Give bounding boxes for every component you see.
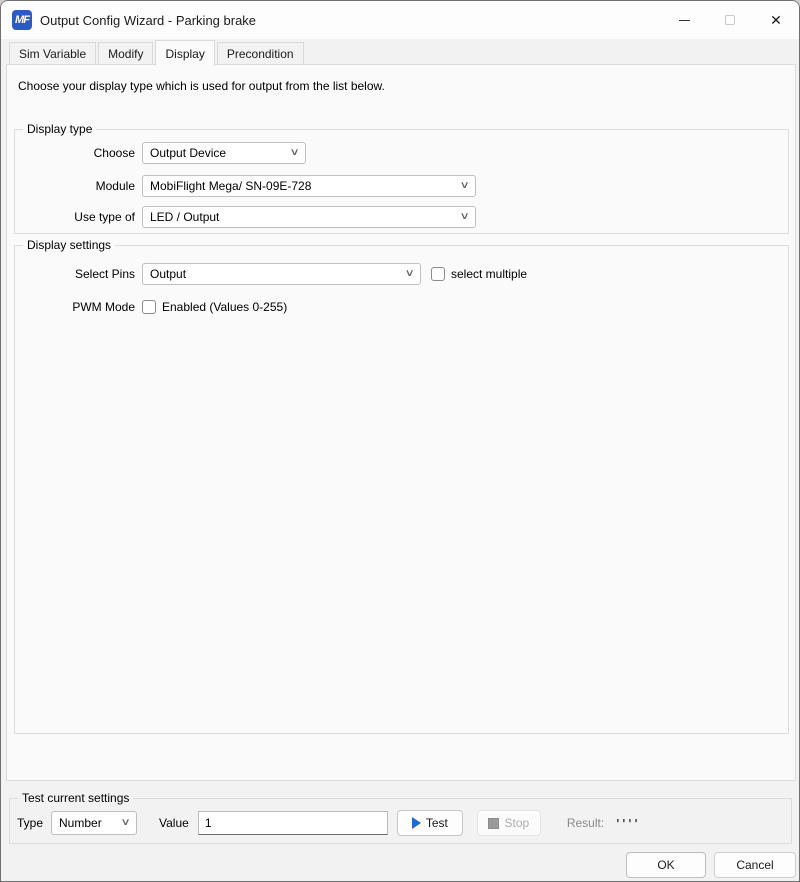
select-pins-row: Select Pins Output ∨ select multiple	[15, 263, 527, 285]
module-dropdown[interactable]: MobiFlight Mega/ SN-09E-728 ∨	[142, 175, 476, 197]
mobiflight-logo-icon: MF	[12, 10, 32, 30]
select-multiple-label: select multiple	[451, 267, 527, 281]
maximize-button[interactable]	[707, 1, 753, 39]
test-group-title: Test current settings	[18, 791, 133, 805]
select-multiple-checkbox[interactable]	[431, 267, 445, 281]
stop-button-label: Stop	[504, 816, 529, 830]
display-type-group-title: Display type	[23, 122, 96, 136]
display-type-group: Display type Choose Output Device ∨ Modu…	[14, 129, 789, 234]
result-value: ''''	[616, 816, 640, 831]
tab-precondition[interactable]: Precondition	[217, 42, 304, 64]
module-dropdown-value: MobiFlight Mega/ SN-09E-728	[150, 179, 311, 193]
value-input[interactable]	[198, 811, 388, 835]
tab-sim-variable[interactable]: Sim Variable	[9, 42, 96, 64]
use-type-dropdown-value: LED / Output	[150, 210, 219, 224]
pwm-enabled-checkbox[interactable]	[142, 300, 156, 314]
play-icon	[412, 817, 421, 829]
test-button[interactable]: Test	[397, 810, 463, 836]
close-button[interactable]: ✕	[753, 1, 799, 39]
close-icon: ✕	[770, 12, 782, 29]
select-pins-dropdown-value: Output	[150, 267, 186, 281]
test-button-label: Test	[426, 816, 448, 830]
chevron-down-icon: ∨	[289, 148, 299, 158]
cancel-button[interactable]: Cancel	[714, 852, 796, 878]
chevron-down-icon: ∨	[459, 181, 469, 191]
use-type-dropdown[interactable]: LED / Output ∨	[142, 206, 476, 228]
pwm-enabled-label: Enabled (Values 0-255)	[162, 300, 287, 314]
display-settings-group: Display settings Select Pins Output ∨ se…	[14, 245, 789, 734]
module-label: Module	[15, 179, 142, 193]
value-label: Value	[159, 816, 189, 830]
ok-button[interactable]: OK	[626, 852, 706, 878]
choose-dropdown-value: Output Device	[150, 146, 226, 160]
chevron-down-icon: ∨	[404, 269, 414, 279]
instruction-text: Choose your display type which is used f…	[18, 79, 385, 93]
type-dropdown-value: Number	[59, 816, 102, 830]
window-title: Output Config Wizard - Parking brake	[40, 13, 661, 28]
result-label: Result:	[567, 816, 604, 830]
select-pins-dropdown[interactable]: Output ∨	[142, 263, 421, 285]
pwm-mode-row: PWM Mode Enabled (Values 0-255)	[15, 296, 287, 318]
chevron-down-icon: ∨	[459, 212, 469, 222]
tab-modify[interactable]: Modify	[98, 42, 153, 64]
title-bar: MF Output Config Wizard - Parking brake …	[1, 1, 799, 39]
stop-button[interactable]: Stop	[477, 810, 541, 836]
use-type-label: Use type of	[15, 210, 142, 224]
choose-dropdown[interactable]: Output Device ∨	[142, 142, 306, 164]
type-label: Type	[17, 816, 43, 830]
pwm-mode-label: PWM Mode	[15, 300, 142, 314]
display-tab-page: Choose your display type which is used f…	[6, 64, 796, 781]
select-pins-label: Select Pins	[15, 267, 142, 281]
test-current-settings-group: Test current settings Type Number ∨ Valu…	[9, 798, 792, 844]
display-settings-group-title: Display settings	[23, 238, 115, 252]
test-row: Type Number ∨ Value Test Stop Result: ''…	[17, 810, 641, 836]
stop-icon	[488, 818, 499, 829]
minimize-icon	[679, 20, 690, 21]
tab-display[interactable]: Display	[155, 40, 214, 66]
module-row: Module MobiFlight Mega/ SN-09E-728 ∨	[15, 175, 476, 197]
choose-label: Choose	[15, 146, 142, 160]
type-dropdown[interactable]: Number ∨	[51, 811, 137, 835]
choose-row: Choose Output Device ∨	[15, 142, 306, 164]
use-type-row: Use type of LED / Output ∨	[15, 206, 476, 228]
tab-strip: Sim Variable Modify Display Precondition	[9, 40, 306, 64]
chevron-down-icon: ∨	[120, 818, 130, 828]
minimize-button[interactable]	[661, 1, 707, 39]
maximize-icon	[725, 15, 735, 25]
output-config-wizard-window: MF Output Config Wizard - Parking brake …	[0, 0, 800, 882]
